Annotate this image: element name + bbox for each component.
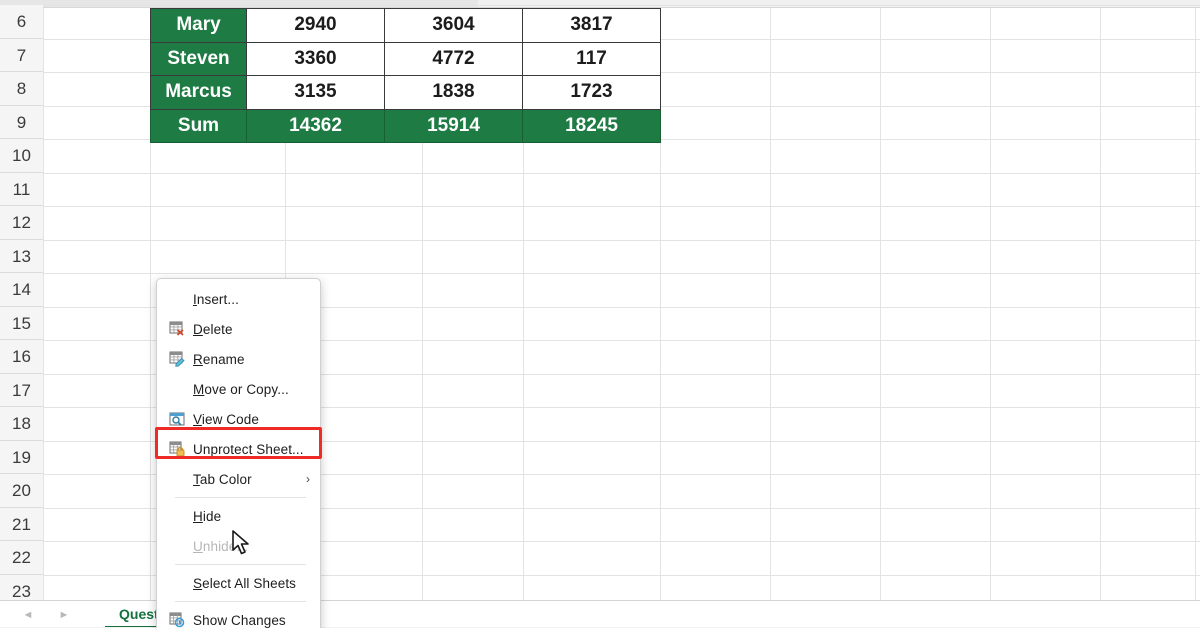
- no-icon: [165, 380, 189, 398]
- menu-item-show-changes[interactable]: Show Changes: [157, 605, 320, 628]
- table-row-label[interactable]: Steven: [150, 41, 247, 76]
- row-header-16[interactable]: 16: [0, 340, 43, 374]
- table-cell[interactable]: 1838: [384, 75, 523, 110]
- menu-item-hide[interactable]: Hide: [157, 501, 320, 531]
- table-row[interactable]: Sum 14362 15914 18245: [150, 108, 661, 143]
- row-header-column[interactable]: 6 7 8 9 10 11 12 13 14 15 16 17 18 19 20 21 22 23: [0, 5, 43, 608]
- no-icon: [165, 290, 189, 308]
- table-cell[interactable]: 18245: [522, 108, 661, 143]
- gridline-h: [43, 273, 1200, 274]
- gridline-h: [43, 172, 1200, 174]
- menu-item-label: View Code: [193, 411, 259, 427]
- menu-item-label: Unprotect Sheet...: [193, 441, 304, 457]
- data-table[interactable]: Mary 2940 3604 3817 Steven 3360 4772 117 Marcus 3…: [150, 8, 661, 143]
- gridline-h: [43, 5, 1200, 6]
- no-icon: [165, 537, 189, 555]
- gridline-v: [880, 8, 881, 600]
- table-cell[interactable]: 14362: [246, 108, 385, 143]
- row-header-18[interactable]: 18: [0, 407, 43, 441]
- table-cell[interactable]: 1723: [522, 75, 661, 110]
- unprotect-sheet-icon: [165, 440, 189, 458]
- ribbon-edge-strip: [0, 0, 1200, 8]
- table-cell[interactable]: 3604: [384, 8, 523, 43]
- menu-separator: [175, 497, 306, 498]
- menu-item-label: Hide: [193, 508, 222, 524]
- table-row-label[interactable]: Marcus: [150, 75, 247, 110]
- next-sheet-arrow-icon[interactable]: ►: [54, 605, 74, 625]
- menu-item-label: Unhide...: [193, 538, 248, 554]
- row-header-7[interactable]: 7: [0, 38, 43, 72]
- rename-sheet-icon: [165, 350, 189, 368]
- menu-item-label: Select All Sheets: [193, 575, 297, 591]
- no-icon: [165, 574, 189, 592]
- row-header-13[interactable]: 13: [0, 239, 43, 273]
- row-header-10[interactable]: 10: [0, 139, 43, 173]
- sheet-nav-arrows[interactable]: ◄ ►: [18, 605, 74, 625]
- gridline-v: [43, 8, 44, 600]
- menu-item-view-code[interactable]: View Code: [157, 404, 320, 434]
- menu-item-label: Insert...: [193, 291, 239, 307]
- show-changes-icon: [165, 611, 189, 628]
- menu-item-delete[interactable]: Delete: [157, 314, 320, 344]
- row-header-21[interactable]: 21: [0, 507, 43, 541]
- table-cell[interactable]: 3817: [522, 8, 661, 43]
- row-header-12[interactable]: 12: [0, 206, 43, 240]
- gridline-h: [43, 239, 1200, 241]
- row-header-9[interactable]: 9: [0, 105, 43, 139]
- row-header-19[interactable]: 19: [0, 440, 43, 474]
- delete-sheet-icon: [165, 320, 189, 338]
- table-cell[interactable]: 15914: [384, 108, 523, 143]
- menu-item-unprotect-sheet[interactable]: Unprotect Sheet...: [157, 434, 320, 464]
- row-header-22[interactable]: 22: [0, 541, 43, 575]
- menu-separator: [175, 564, 306, 565]
- menu-item-label: Rename: [193, 351, 245, 367]
- row-header-20[interactable]: 20: [0, 474, 43, 508]
- view-code-icon: [165, 410, 189, 428]
- table-row[interactable]: Mary 2940 3604 3817: [150, 8, 661, 43]
- row-header-15[interactable]: 15: [0, 306, 43, 340]
- prev-sheet-arrow-icon[interactable]: ◄: [18, 605, 38, 625]
- menu-item-label: Move or Copy...: [193, 381, 289, 397]
- excel-window: 6 7 8 9 10 11 12 13 14 15 16 17 18 19 20 21 22 23 Mary 294…: [0, 0, 1200, 628]
- table-row[interactable]: Marcus 3135 1838 1723: [150, 75, 661, 110]
- gridline-v: [990, 8, 991, 600]
- table-cell[interactable]: 3135: [246, 75, 385, 110]
- row-header-8[interactable]: 8: [0, 72, 43, 106]
- table-row-label[interactable]: Mary: [150, 8, 247, 43]
- menu-item-insert[interactable]: Insert...: [157, 284, 320, 314]
- menu-item-label: Tab Color: [193, 471, 252, 487]
- table-cell[interactable]: 3360: [246, 41, 385, 76]
- gridline-h: [43, 206, 1200, 207]
- gridline-v: [1195, 8, 1196, 600]
- table-cell[interactable]: 2940: [246, 8, 385, 43]
- gridline-v: [1100, 8, 1101, 600]
- menu-separator: [175, 601, 306, 602]
- no-icon: [165, 470, 189, 488]
- table-row[interactable]: Steven 3360 4772 117: [150, 41, 661, 76]
- menu-item-rename[interactable]: Rename: [157, 344, 320, 374]
- no-icon: [165, 507, 189, 525]
- sheet-tab-context-menu[interactable]: Insert... Delete Rename Move or Copy... View…: [156, 278, 321, 628]
- table-row-label[interactable]: Sum: [150, 108, 247, 143]
- menu-item-move-or-copy[interactable]: Move or Copy...: [157, 374, 320, 404]
- table-cell[interactable]: 4772: [384, 41, 523, 76]
- menu-item-select-all-sheets[interactable]: Select All Sheets: [157, 568, 320, 598]
- menu-item-tab-color[interactable]: Tab Color ›: [157, 464, 320, 494]
- menu-item-unhide: Unhide...: [157, 531, 320, 561]
- menu-item-label: Delete: [193, 321, 233, 337]
- gridline-v: [770, 8, 771, 600]
- menu-item-label: Show Changes: [193, 612, 286, 628]
- row-header-11[interactable]: 11: [0, 172, 43, 206]
- table-cell[interactable]: 117: [522, 41, 661, 76]
- row-header-6[interactable]: 6: [0, 5, 43, 39]
- row-header-14[interactable]: 14: [0, 273, 43, 307]
- row-header-17[interactable]: 17: [0, 373, 43, 407]
- chevron-right-icon: ›: [306, 472, 310, 486]
